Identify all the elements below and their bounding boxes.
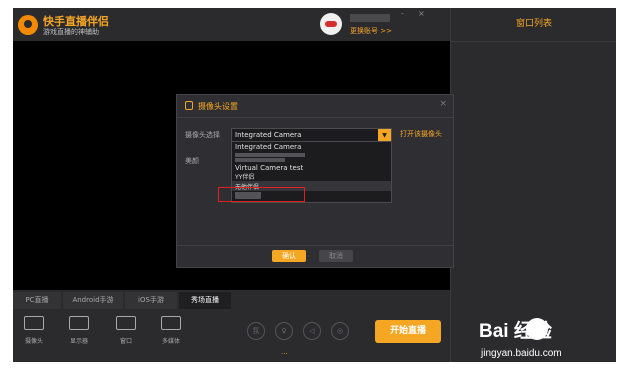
source-camera[interactable]: 摄像头: [17, 316, 51, 345]
start-live-button[interactable]: 开始直播: [375, 320, 441, 343]
dialog-title-text: 摄像头设置: [198, 102, 238, 111]
camera-select-value: Integrated Camera: [235, 131, 302, 139]
title-bar: 快手直播伴侣 游戏直播的神辅助 更换账号 >> - ×: [13, 8, 450, 41]
divider: [177, 117, 453, 118]
source-label: 多媒体: [161, 338, 180, 345]
window-list-title: 窗口列表: [451, 8, 616, 42]
source-media[interactable]: 多媒体: [154, 316, 188, 345]
tab-ios[interactable]: iOS手游: [125, 292, 177, 309]
beauty-label: 美颜: [185, 157, 199, 165]
baidu-paw-icon: [526, 318, 548, 340]
source-label: 窗口: [119, 338, 132, 345]
open-camera-link[interactable]: 打开该摄像头: [400, 129, 442, 139]
redacted-option-bar: [235, 153, 305, 157]
media-icon: [161, 316, 181, 330]
watermark-url: jingyan.baidu.com: [481, 348, 562, 359]
window-list-panel: 窗口列表: [450, 8, 616, 362]
source-monitor[interactable]: 显示器: [62, 316, 96, 345]
redacted-option-bar: [235, 158, 285, 162]
atmosphere-icon[interactable]: 氛: [247, 322, 265, 340]
camera-select-label: 摄像头选择: [185, 131, 220, 139]
camera-icon: [24, 316, 44, 330]
tab-android[interactable]: Android手游: [63, 292, 123, 309]
dialog-close-icon[interactable]: ×: [439, 99, 447, 109]
speaker-icon[interactable]: ◁: [303, 322, 321, 340]
kuaishou-logo-icon: [18, 15, 38, 35]
username-redacted: [350, 14, 390, 22]
tab-showroom[interactable]: 秀场直播: [179, 292, 231, 309]
microphone-icon[interactable]: ♀: [275, 322, 293, 340]
camera-option[interactable]: YY伴侣: [235, 172, 254, 181]
camera-option[interactable]: Integrated Camera: [235, 143, 301, 151]
camera-settings-icon: [185, 101, 193, 110]
minimize-button[interactable]: -: [401, 9, 404, 18]
camera-settings-dialog: 摄像头设置 × 摄像头选择 美颜 Integrated Camera ▼ 打开该…: [176, 94, 454, 268]
settings-icon[interactable]: ◎: [331, 322, 349, 340]
source-label: 显示器: [69, 338, 88, 345]
tab-pc-live[interactable]: PC直播: [13, 292, 61, 309]
bottom-panel: PC直播 Android手游 iOS手游 秀场直播 摄像头 显示器 窗口 多媒体…: [13, 290, 450, 362]
switch-account-link[interactable]: 更换账号 >>: [350, 26, 392, 36]
camera-option[interactable]: Virtual Camera test: [235, 164, 303, 172]
avatar[interactable]: [320, 13, 342, 35]
highlight-box: [218, 187, 305, 202]
source-label: 摄像头: [24, 338, 43, 345]
app-subtitle: 游戏直播的神辅助: [43, 28, 99, 36]
live-companion-window: 快手直播伴侣 游戏直播的神辅助 更换账号 >> - × 窗口列表 摄像头设置 ×…: [13, 8, 616, 362]
cancel-button[interactable]: 取消: [319, 250, 353, 262]
confirm-button[interactable]: 确认: [272, 250, 306, 262]
monitor-icon: [69, 316, 89, 330]
divider: [177, 245, 453, 246]
baidu-jingyan-watermark: Bai 经验 jingyan.baidu.com: [479, 316, 619, 372]
source-window[interactable]: 窗口: [109, 316, 143, 345]
close-window-button[interactable]: ×: [418, 9, 425, 18]
window-icon: [116, 316, 136, 330]
dialog-title: 摄像头设置: [185, 101, 238, 112]
more-controls[interactable]: ...: [281, 348, 288, 356]
